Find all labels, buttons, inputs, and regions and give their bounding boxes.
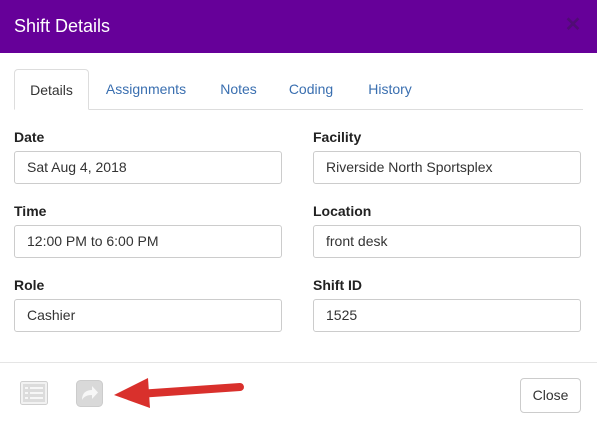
date-field[interactable]: Sat Aug 4, 2018 (14, 151, 282, 184)
annotation-arrow-icon (114, 378, 244, 408)
close-icon[interactable]: ✕ (563, 15, 583, 35)
role-label: Role (14, 277, 45, 293)
shift-id-field[interactable]: 1525 (313, 299, 581, 332)
tab-coding[interactable]: Coding (280, 69, 342, 110)
location-field[interactable]: front desk (313, 225, 581, 258)
tab-notes[interactable]: Notes (211, 69, 266, 110)
tab-details[interactable]: Details (14, 69, 89, 110)
list-icon[interactable] (20, 381, 48, 407)
facility-field[interactable]: Riverside North Sportsplex (313, 151, 581, 184)
location-label: Location (313, 203, 372, 219)
dialog-title: Shift Details (14, 16, 111, 36)
tab-assignments[interactable]: Assignments (97, 69, 195, 110)
time-label: Time (14, 203, 47, 219)
footer-divider (0, 362, 597, 363)
time-field[interactable]: 12:00 PM to 6:00 PM (14, 225, 282, 258)
share-forward-icon[interactable] (76, 380, 104, 407)
close-button[interactable]: Close (520, 378, 581, 413)
tab-bar: Details Assignments Notes Coding History (14, 69, 583, 110)
tab-history[interactable]: History (358, 69, 422, 110)
shift-id-label: Shift ID (313, 277, 362, 293)
dialog-header: Shift Details ✕ (0, 0, 597, 53)
shift-details-dialog: Shift Details ✕ Details Assignments Note… (0, 0, 597, 426)
date-label: Date (14, 129, 45, 145)
facility-label: Facility (313, 129, 362, 145)
role-field[interactable]: Cashier (14, 299, 282, 332)
